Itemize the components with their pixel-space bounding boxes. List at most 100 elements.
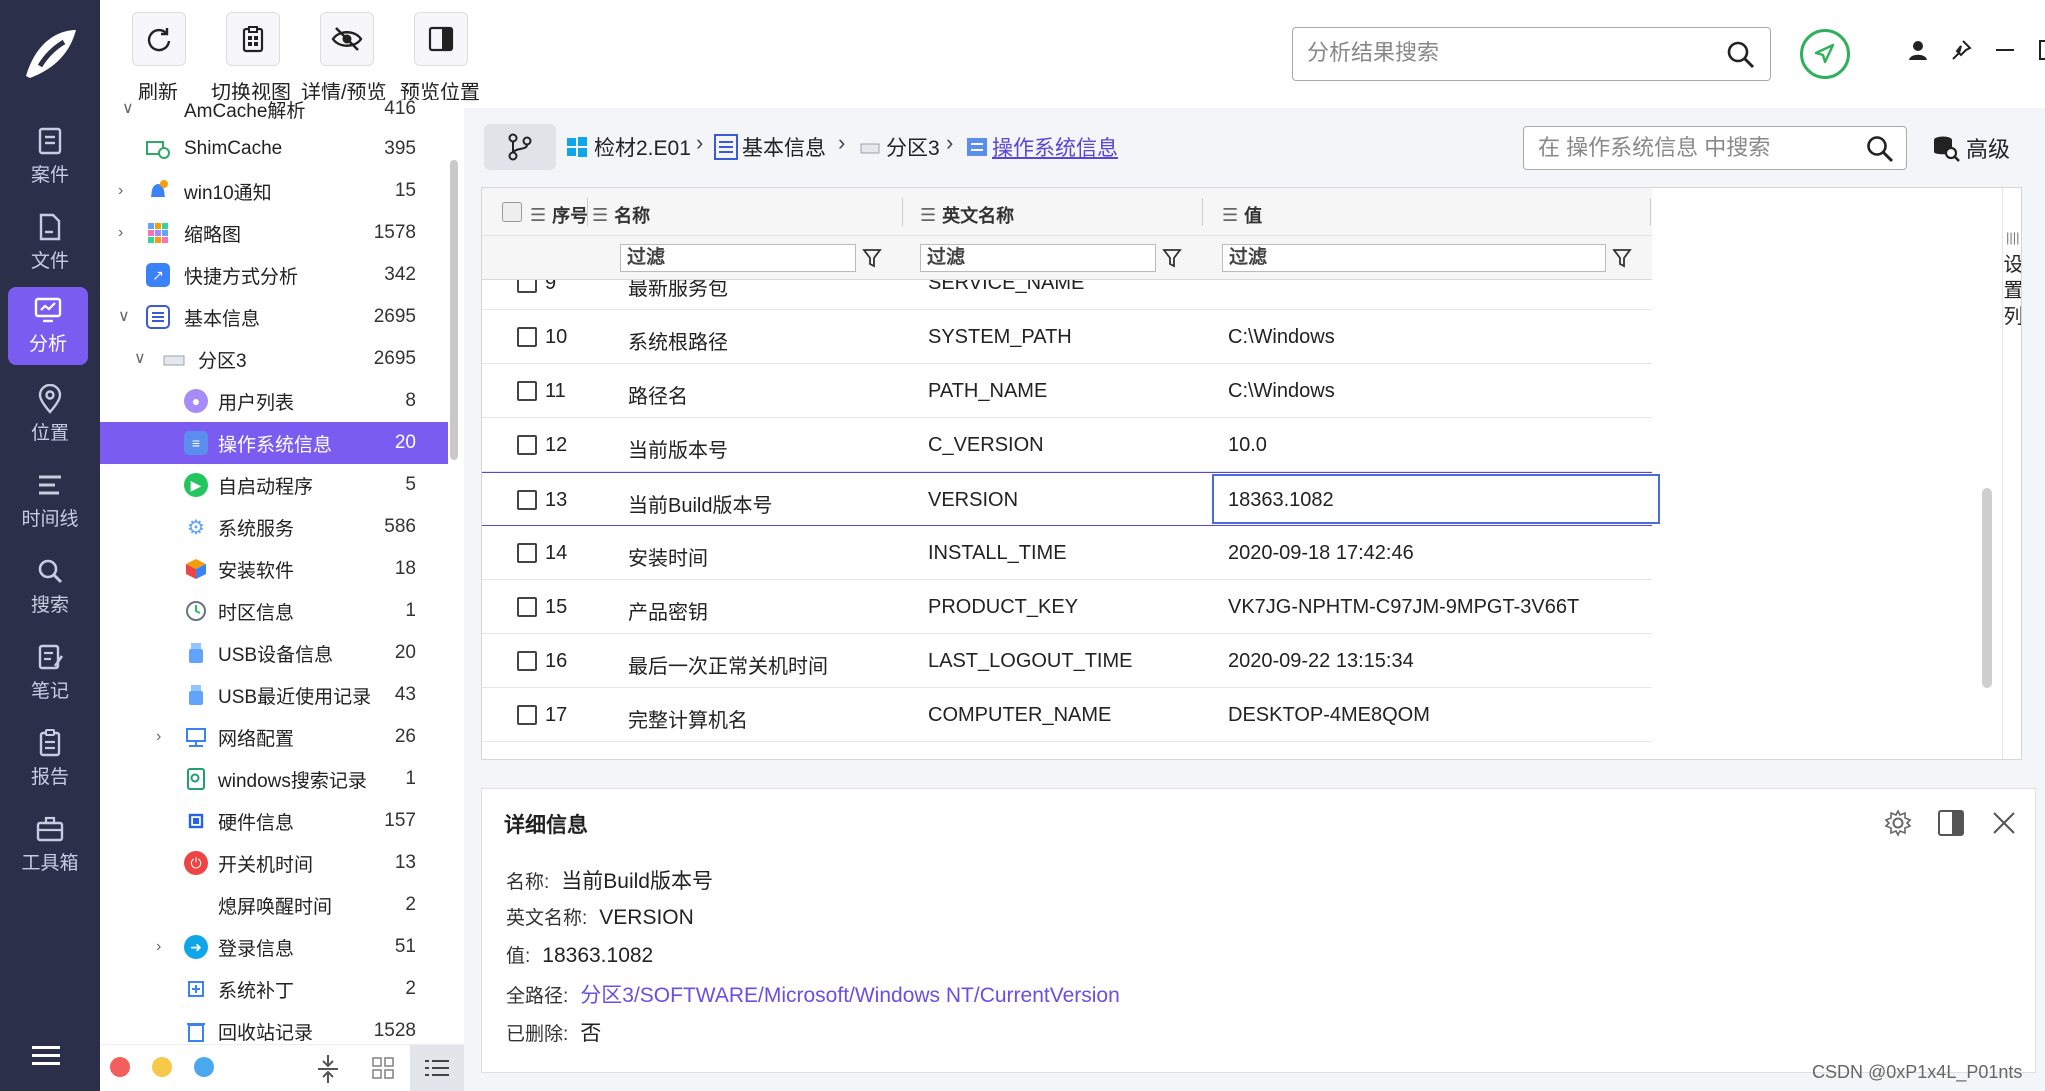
- row-checkbox[interactable]: [517, 381, 537, 401]
- filter-icon[interactable]: [862, 248, 882, 268]
- row-value-cell[interactable]: VK7JG-NPHTM-C97JM-9MPGT-3V66T: [1228, 596, 1579, 619]
- table-search-box[interactable]: [1523, 126, 1907, 170]
- tree-item-win10-notify[interactable]: › win10通知 15: [100, 170, 448, 212]
- row-checkbox[interactable]: [517, 490, 537, 510]
- table-row[interactable]: 10 系统根路径 SYSTEM_PATH C:\Windows: [482, 310, 1652, 364]
- nav-report[interactable]: 报告: [0, 720, 100, 798]
- filter-icon[interactable]: [1162, 248, 1182, 268]
- column-header-en-name[interactable]: ☰ 英文名称: [920, 202, 1014, 228]
- pin-icon[interactable]: [1949, 38, 1973, 62]
- tree-item-thumbnail[interactable]: › 缩略图 1578: [100, 212, 448, 254]
- row-value-cell[interactable]: C:\Windows: [1228, 326, 1335, 349]
- nav-location[interactable]: 位置: [0, 376, 100, 454]
- tree-item-installed-software[interactable]: 安装软件 18: [100, 548, 448, 590]
- filter-value-input[interactable]: 过滤: [1222, 244, 1606, 272]
- tree-item-screen-wake[interactable]: 熄屏唤醒时间 2: [100, 884, 448, 926]
- table-row[interactable]: 11 路径名 PATH_NAME C:\Windows: [482, 364, 1652, 418]
- branch-button[interactable]: [484, 124, 556, 170]
- refresh-button[interactable]: [132, 12, 186, 66]
- collapse-all-icon[interactable]: [316, 1055, 340, 1083]
- table-scrollbar[interactable]: [1982, 488, 1992, 688]
- detail-preview-button[interactable]: [320, 12, 374, 66]
- column-header-name[interactable]: ☰ 名称: [592, 202, 650, 228]
- tree-item-os-info[interactable]: ≡ 操作系统信息 20: [100, 422, 448, 464]
- close-icon[interactable]: [1990, 809, 2018, 837]
- red-dot-icon[interactable]: [110, 1057, 130, 1077]
- user-icon[interactable]: [1906, 38, 1930, 62]
- row-checkbox[interactable]: [517, 327, 537, 347]
- tree-item-partition3[interactable]: ∨ 分区3 2695: [100, 338, 448, 380]
- select-all-checkbox[interactable]: [502, 202, 522, 222]
- tree-item-usb-recent[interactable]: USB最近使用记录 43: [100, 674, 448, 716]
- crumb-evidence[interactable]: 检材2.E01: [566, 132, 691, 162]
- minimize-icon[interactable]: [1993, 38, 2017, 62]
- table-row[interactable]: 15 产品密钥 PRODUCT_KEY VK7JG-NPHTM-C97JM-9MPGT…: [482, 580, 1652, 634]
- yellow-dot-icon[interactable]: [152, 1057, 172, 1077]
- preview-position-button[interactable]: [414, 12, 468, 66]
- tree-item-hardware[interactable]: 硬件信息 157: [100, 800, 448, 842]
- nav-timeline[interactable]: 时间线: [0, 462, 100, 540]
- filter-en-name-input[interactable]: 过滤: [920, 244, 1156, 272]
- row-checkbox[interactable]: [517, 651, 537, 671]
- tree-item-shortcut[interactable]: ↗ 快捷方式分析 342: [100, 254, 448, 296]
- table-row[interactable]: 12 当前版本号 C_VERSION 10.0: [482, 418, 1652, 472]
- column-header-no[interactable]: ☰ 序号: [530, 202, 588, 228]
- row-value-cell[interactable]: 2020-09-22 13:15:34: [1228, 650, 1414, 673]
- tree-item-power-times[interactable]: ⏻ 开关机时间 13: [100, 842, 448, 884]
- table-row[interactable]: 16 最后一次正常关机时间 LAST_LOGOUT_TIME 2020-09-22 1…: [482, 634, 1652, 688]
- nav-note[interactable]: 笔记: [0, 634, 100, 712]
- tree-item-services[interactable]: ⚙ 系统服务 586: [100, 506, 448, 548]
- row-checkbox[interactable]: [517, 435, 537, 455]
- analysis-search-box[interactable]: [1292, 27, 1771, 81]
- tree-item-shimcache[interactable]: ShimCache 395: [100, 128, 448, 170]
- crumb-basic-info[interactable]: 基本信息: [714, 132, 826, 162]
- switch-view-button[interactable]: [226, 12, 280, 66]
- tree-item-windows-search[interactable]: windows搜索记录 1: [100, 758, 448, 800]
- detail-path-link[interactable]: 分区3/SOFTWARE/Microsoft/Windows NT/Curren…: [580, 984, 1120, 1007]
- nav-toolbox[interactable]: 工具箱: [0, 806, 100, 884]
- search-icon[interactable]: [1726, 40, 1756, 70]
- nav-analysis[interactable]: 分析: [8, 287, 88, 365]
- analysis-search-input[interactable]: [1293, 28, 1693, 78]
- search-icon[interactable]: [1866, 135, 1894, 163]
- tree-item-network[interactable]: › 网络配置 26: [100, 716, 448, 758]
- column-header-value[interactable]: ☰ 值: [1222, 202, 1262, 228]
- tree-item-amcache[interactable]: ∨ AmCache解析 416: [100, 100, 448, 130]
- row-checkbox[interactable]: [517, 597, 537, 617]
- tree-scrollbar[interactable]: [450, 160, 458, 460]
- table-row[interactable]: 17 完整计算机名 COMPUTER_NAME DESKTOP-4ME8QOM: [482, 688, 1652, 742]
- panel-right-icon[interactable]: [1937, 809, 1965, 837]
- gear-icon[interactable]: [1884, 809, 1912, 837]
- nav-case[interactable]: 案件: [0, 118, 100, 196]
- list-view-toggle[interactable]: [410, 1045, 464, 1091]
- table-row[interactable]: 14 安装时间 INSTALL_TIME 2020-09-18 17:42:46: [482, 526, 1652, 580]
- nav-search[interactable]: 搜索: [0, 548, 100, 626]
- crumb-partition[interactable]: 分区3: [860, 132, 940, 162]
- tree-item-patches[interactable]: 系统补丁 2: [100, 968, 448, 1010]
- filter-name-input[interactable]: 过滤: [620, 244, 856, 272]
- row-value-cell[interactable]: C:\Windows: [1228, 380, 1335, 403]
- blue-dot-icon[interactable]: [194, 1057, 214, 1077]
- tree-item-timezone[interactable]: 时区信息 1: [100, 590, 448, 632]
- tree-item-basic-info[interactable]: ∨ 基本信息 2695: [100, 296, 448, 338]
- table-row[interactable]: 13 当前Build版本号 VERSION 18363.1082: [482, 472, 1660, 526]
- row-value-cell[interactable]: 10.0: [1228, 434, 1267, 457]
- tree-item-login[interactable]: › ➜ 登录信息 51: [100, 926, 448, 968]
- filter-icon[interactable]: [1612, 248, 1632, 268]
- tree-item-user-list[interactable]: ● 用户列表 8: [100, 380, 448, 422]
- tree-item-autorun[interactable]: ▶ 自启动程序 5: [100, 464, 448, 506]
- column-settings-panel[interactable]: |||| 设置列: [2002, 188, 2021, 759]
- advanced-search-button[interactable]: 高级: [1932, 132, 2010, 164]
- tree-item-usb-devices[interactable]: USB设备信息 20: [100, 632, 448, 674]
- crumb-os-info[interactable]: 操作系统信息: [966, 132, 1118, 162]
- row-value-cell[interactable]: DESKTOP-4ME8QOM: [1228, 704, 1430, 727]
- row-value-cell[interactable]: 2020-09-18 17:42:46: [1228, 542, 1414, 565]
- row-checkbox[interactable]: [517, 543, 537, 563]
- grid-view-icon[interactable]: [372, 1057, 394, 1079]
- table-search-input[interactable]: [1524, 127, 1844, 169]
- maximize-icon[interactable]: [2037, 38, 2045, 62]
- row-checkbox[interactable]: [517, 705, 537, 725]
- nav-file[interactable]: 文件: [0, 204, 100, 282]
- status-badge[interactable]: [1800, 29, 1850, 79]
- hamburger-menu-icon[interactable]: [32, 1044, 62, 1068]
